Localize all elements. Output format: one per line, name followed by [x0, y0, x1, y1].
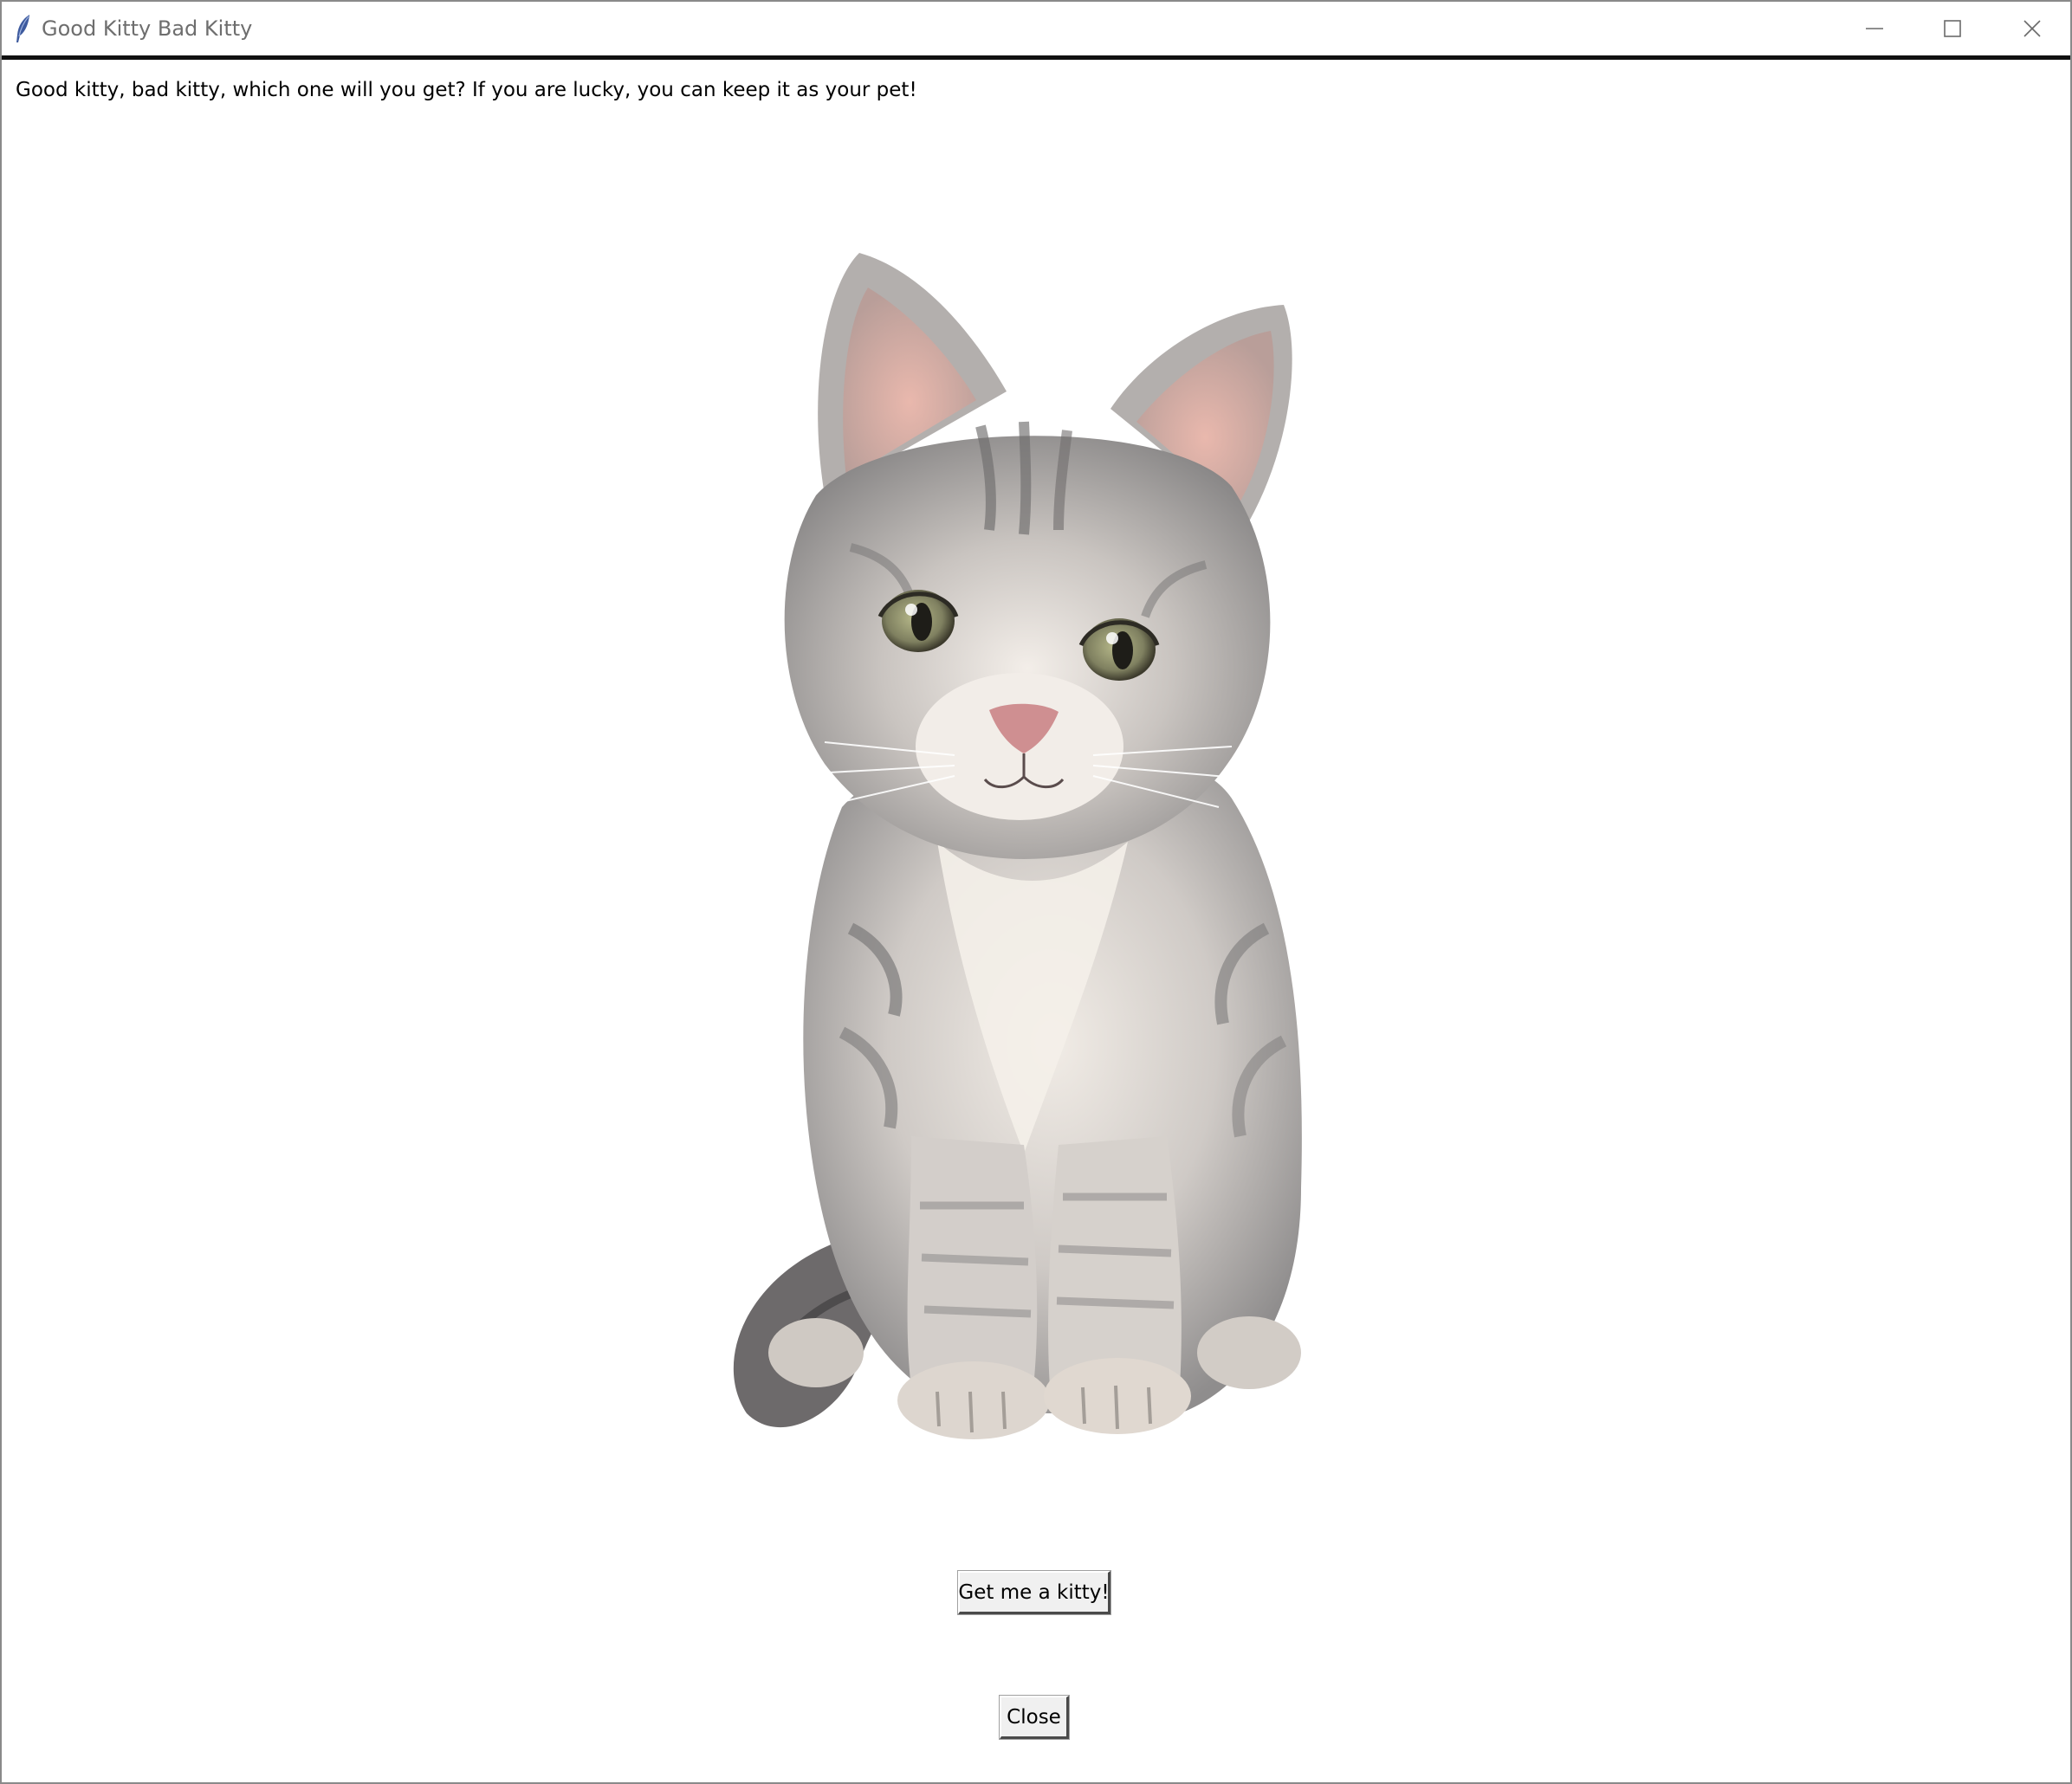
- close-button[interactable]: Close: [999, 1695, 1070, 1740]
- title-divider: [2, 55, 2070, 60]
- maximize-button[interactable]: [1913, 2, 1992, 55]
- get-kitty-button[interactable]: Get me a kitty!: [957, 1570, 1111, 1615]
- title-bar[interactable]: Good Kitty Bad Kitty: [2, 2, 2070, 55]
- window-title: Good Kitty Bad Kitty: [42, 16, 253, 41]
- minimize-button[interactable]: [1835, 2, 1914, 55]
- maximize-icon: [1944, 20, 1961, 37]
- intro-label: Good kitty, bad kitty, which one will yo…: [16, 79, 917, 101]
- tk-feather-icon: [16, 15, 29, 42]
- close-window-button[interactable]: [1992, 2, 2072, 55]
- kitten-photo: [733, 253, 1302, 1439]
- close-icon: [2023, 20, 2041, 37]
- app-window: Good Kitty Bad Kitty Good kitty, bad kit…: [0, 0, 2072, 1784]
- minimize-icon: [1866, 28, 1883, 29]
